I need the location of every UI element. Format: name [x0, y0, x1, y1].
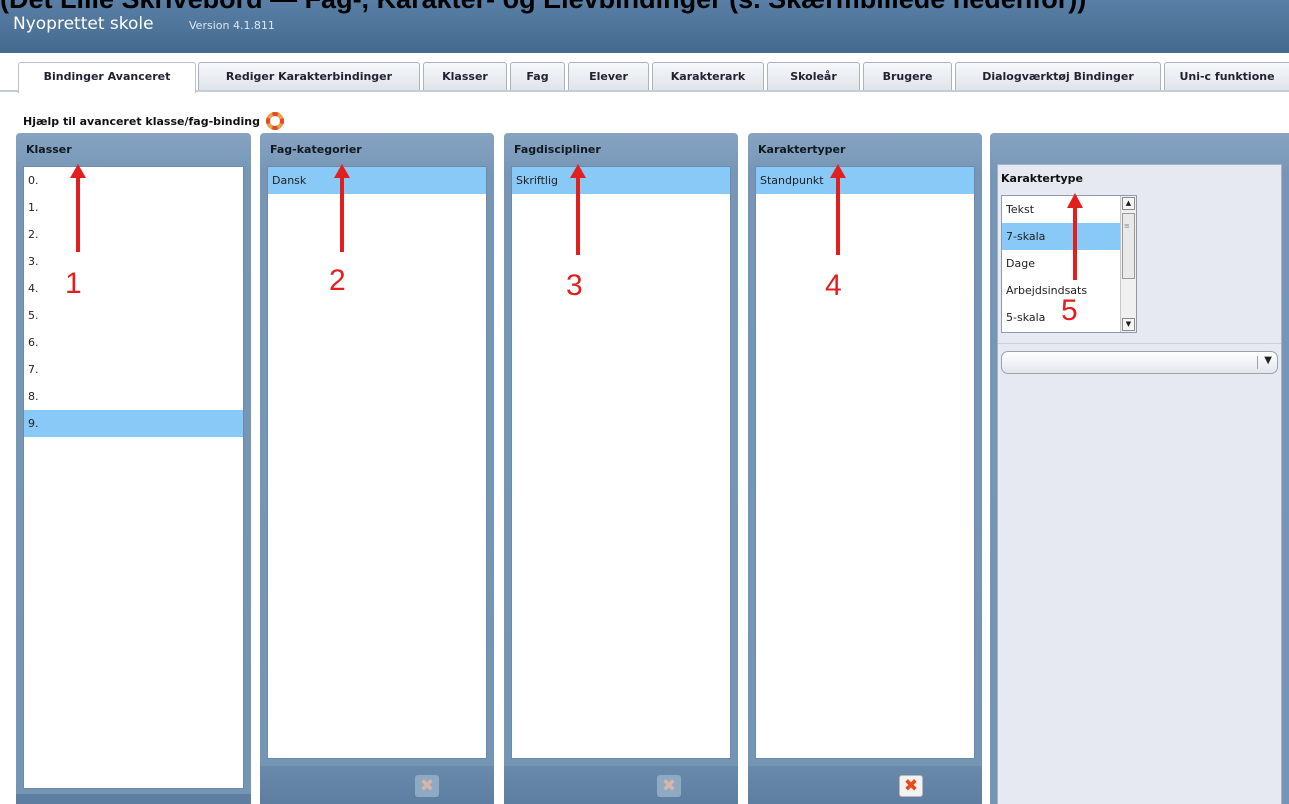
annotation-arrowhead-3 [570, 164, 586, 178]
annotation-number-3: 3 [566, 269, 583, 302]
annotation-number-4: 4 [825, 269, 842, 302]
annotation-number-5: 5 [1061, 294, 1078, 327]
annotation-arrows [70, 164, 1083, 280]
annotation-arrowhead-4 [830, 164, 846, 178]
annotation-arrowhead-2 [334, 164, 350, 178]
annotation-arrowhead-1 [70, 164, 86, 178]
annotation-number-2: 2 [329, 264, 346, 297]
cut-off-document-heading: (Det Lille Skrivebord — Fag-, Karakter- … [0, 0, 1289, 14]
annotation-number-1: 1 [65, 267, 82, 300]
annotation-arrowhead-5 [1067, 193, 1083, 208]
